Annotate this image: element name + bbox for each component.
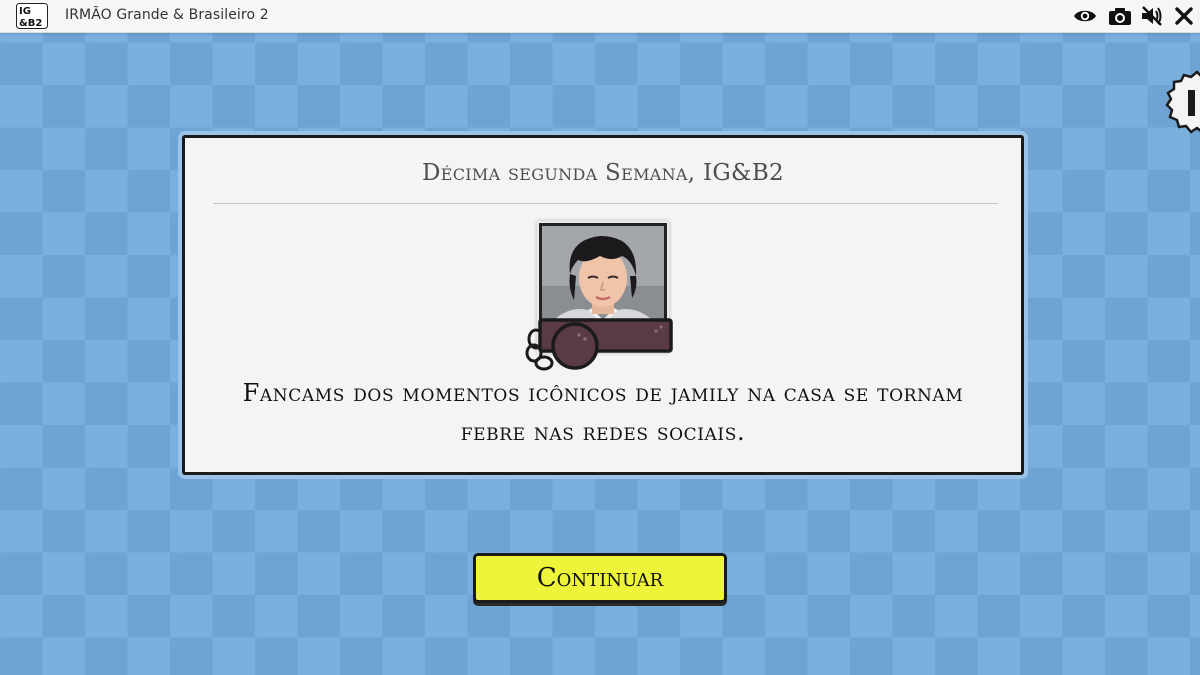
- side-menu-badge[interactable]: [1164, 70, 1200, 136]
- speaker-muted-icon[interactable]: [1139, 4, 1165, 28]
- close-icon[interactable]: [1171, 4, 1197, 28]
- event-message: Fancams dos momentos icônicos de jamily …: [242, 379, 964, 446]
- week-title: Décima segunda Semana, IG&B2: [422, 160, 784, 186]
- window-title: IRMÃO Grande & Brasileiro 2: [65, 7, 269, 23]
- continue-button[interactable]: Continuar: [473, 553, 727, 603]
- divider: [213, 203, 998, 204]
- app-logo: IG &B2: [16, 3, 48, 29]
- game-screen: IG &B2 IRMÃO Grande & Brasileiro 2 Décim…: [0, 0, 1200, 675]
- camera-icon[interactable]: [1107, 4, 1133, 28]
- eye-icon[interactable]: [1072, 4, 1098, 28]
- title-bar: IG &B2 IRMÃO Grande & Brasileiro 2: [0, 0, 1200, 33]
- event-card: Décima segunda Semana, IG&B2 Fancams dos…: [182, 135, 1024, 475]
- svg-text:IG: IG: [19, 6, 31, 17]
- nomination-shackle-icon: [525, 318, 673, 371]
- svg-text:&B2: &B2: [19, 18, 42, 29]
